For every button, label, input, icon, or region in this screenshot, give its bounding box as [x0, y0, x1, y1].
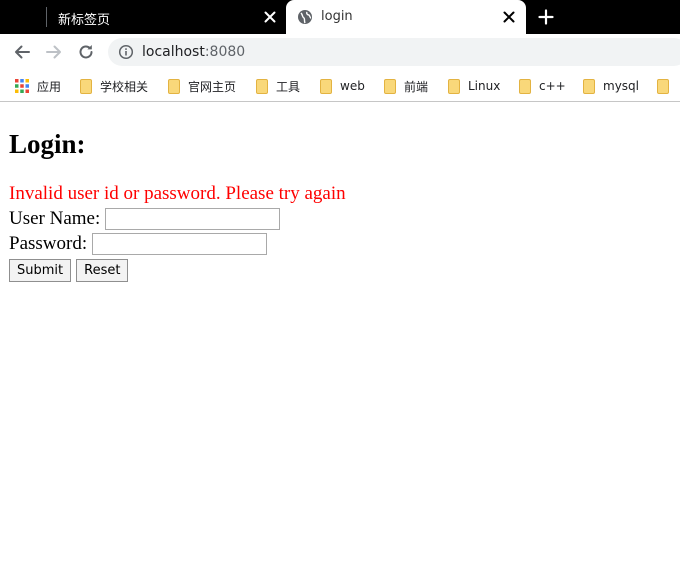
username-row: User Name: — [9, 208, 281, 230]
tab-new-tab[interactable]: 新标签页 — [0, 0, 286, 34]
bookmark-label: web — [340, 79, 365, 93]
bookmark-label: 应用 — [37, 79, 62, 94]
page-title: Login: — [9, 129, 86, 159]
folder-icon — [583, 78, 595, 94]
folder-icon — [168, 78, 180, 94]
address-bar[interactable]: localhost:8080 — [108, 38, 680, 66]
bookmark-label: 前端 — [404, 79, 429, 94]
reset-button[interactable]: Reset — [76, 259, 129, 282]
bookmark-apps[interactable]: 应用 — [15, 77, 61, 95]
new-tab-plus-icon[interactable] — [538, 9, 554, 25]
bookmark-folder-cpp[interactable]: c++ — [519, 77, 566, 95]
username-label: User Name: — [9, 208, 101, 229]
bookmark-label: c++ — [539, 79, 566, 93]
globe-icon — [298, 10, 312, 24]
folder-icon — [448, 78, 460, 94]
bookmark-label: 学校相关 — [100, 79, 149, 94]
bookmark-folder-tools[interactable]: 工具 — [256, 77, 300, 95]
bookmark-folder-mysql[interactable]: mysql — [583, 77, 639, 95]
reload-icon[interactable] — [76, 42, 96, 62]
url-text: localhost:8080 — [142, 44, 245, 60]
bookmark-folder-overflow[interactable] — [657, 77, 677, 95]
info-icon[interactable] — [118, 44, 134, 60]
submit-button[interactable]: Submit — [9, 259, 72, 282]
password-label: Password: — [9, 233, 88, 254]
folder-icon — [80, 78, 92, 94]
url-host: localhost — [142, 44, 205, 60]
close-icon[interactable] — [501, 9, 517, 25]
bookmarks-bar: 应用 学校相关 官网主页 工具 web 前端 Linux c++ mysql — [0, 70, 680, 102]
username-input[interactable] — [105, 208, 281, 230]
bookmark-label: 官网主页 — [188, 79, 237, 94]
tab-title: 新标签页 — [58, 13, 111, 28]
apps-grid-icon — [15, 79, 29, 93]
url-port: :8080 — [204, 44, 246, 60]
password-row: Password: — [9, 233, 268, 255]
browser-toolbar: localhost:8080 — [0, 34, 680, 70]
password-input[interactable] — [92, 233, 268, 255]
folder-icon — [384, 78, 396, 94]
form-buttons: Submit Reset — [9, 259, 133, 282]
folder-icon — [320, 78, 332, 94]
tab-strip: 新标签页 login — [0, 0, 680, 34]
tab-divider — [46, 7, 47, 27]
folder-icon — [256, 78, 268, 94]
bookmark-label: mysql — [603, 79, 639, 93]
bookmark-folder-linux[interactable]: Linux — [448, 77, 500, 95]
forward-arrow-icon[interactable] — [44, 42, 64, 62]
close-icon[interactable] — [262, 9, 278, 25]
bookmark-folder-frontend[interactable]: 前端 — [384, 77, 428, 95]
folder-icon — [657, 78, 669, 94]
tab-login[interactable]: login — [286, 0, 526, 34]
tab-title: login — [321, 9, 353, 24]
folder-icon — [519, 78, 531, 94]
bookmark-folder-official[interactable]: 官网主页 — [168, 77, 236, 95]
bookmark-label: 工具 — [276, 79, 301, 94]
bookmark-label: Linux — [468, 79, 501, 93]
back-arrow-icon[interactable] — [12, 42, 32, 62]
error-message: Invalid user id or password. Please try … — [9, 183, 346, 204]
bookmark-folder-school[interactable]: 学校相关 — [80, 77, 148, 95]
bookmark-folder-web[interactable]: web — [320, 77, 365, 95]
